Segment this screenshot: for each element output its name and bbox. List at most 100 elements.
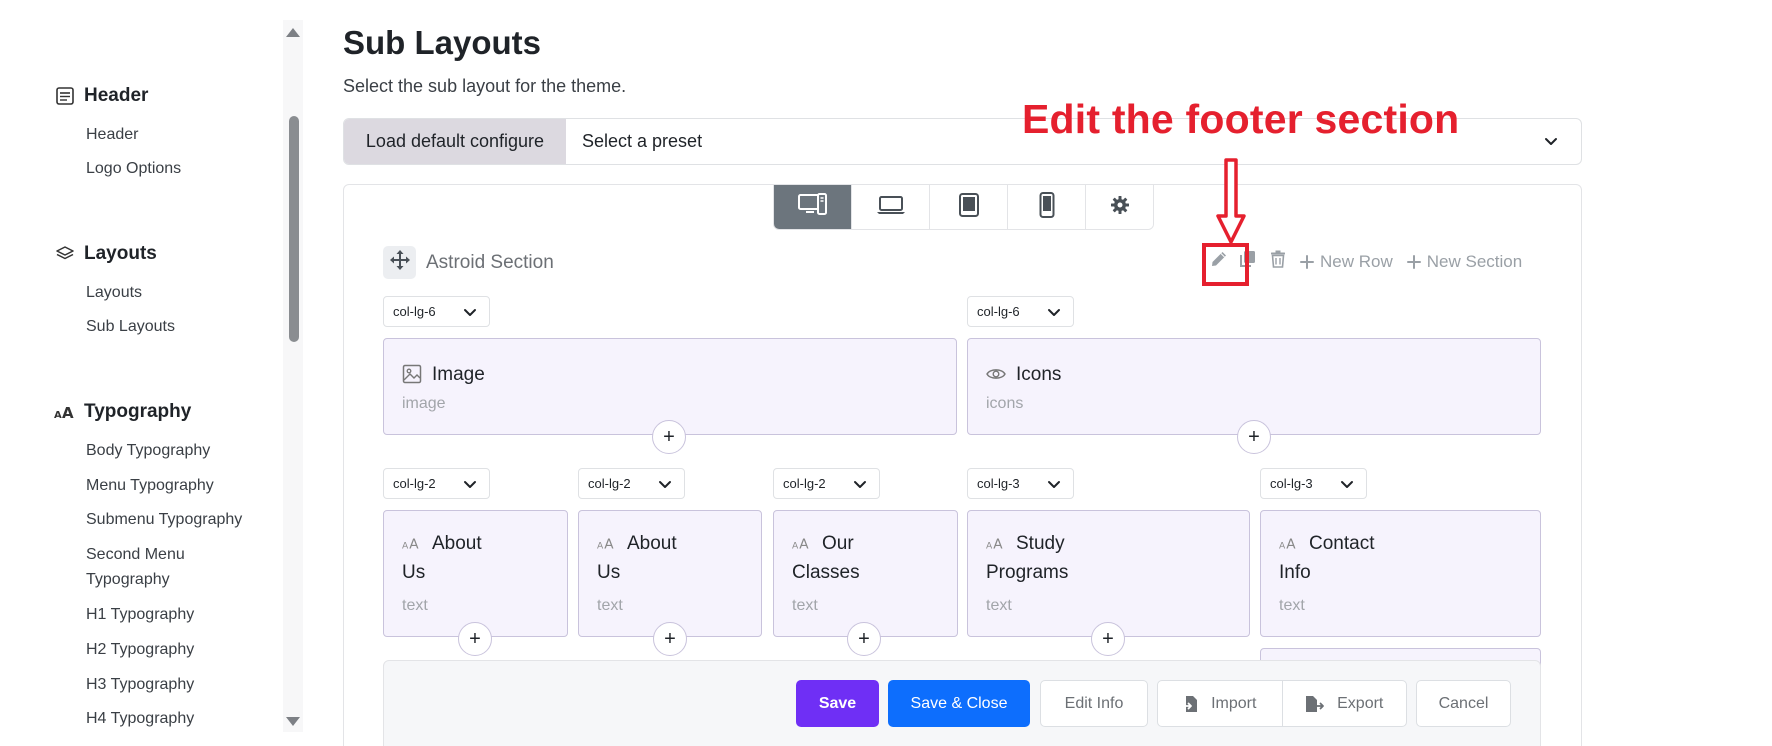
desktop-icon [797, 192, 828, 222]
annotation-arrow-icon [1215, 158, 1247, 249]
sidebar-item-menu-typography[interactable]: Menu Typography [86, 473, 214, 498]
element-title-label: Icons [1016, 364, 1062, 385]
sidebar-group-label: Layouts [84, 243, 157, 264]
chevron-down-icon [1543, 133, 1559, 154]
add-element-button[interactable]: + [653, 622, 687, 656]
plus-icon [1406, 254, 1421, 269]
element-type: text [597, 597, 623, 614]
svg-text:A: A [597, 541, 604, 551]
column-size-value: col-lg-6 [393, 304, 436, 319]
page-subtitle: Select the sub layout for the theme. [343, 76, 627, 96]
column-size-value: col-lg-3 [977, 476, 1020, 491]
cancel-button[interactable]: Cancel [1416, 680, 1511, 727]
element-title: AA Study [986, 529, 1065, 558]
sidebar-item-logo-options[interactable]: Logo Options [86, 156, 181, 181]
section-tools: New Row New Section [1210, 250, 1536, 273]
column-size-select[interactable]: col-lg-3 [1260, 468, 1367, 499]
sidebar-item-body-typography[interactable]: Body Typography [86, 438, 210, 463]
scroll-up-arrow-icon[interactable] [286, 28, 300, 37]
new-row-button[interactable]: New Row [1300, 252, 1393, 272]
svg-text:A: A [62, 404, 74, 422]
element-title-label: Image [432, 364, 485, 385]
sidebar-item-h2-typography[interactable]: H2 Typography [86, 637, 194, 662]
element-title: AA About [597, 529, 677, 558]
element-block-contact-info[interactable]: AA Contact Info text [1260, 510, 1541, 637]
edit-info-button[interactable]: Edit Info [1040, 680, 1148, 727]
chevron-down-icon [463, 305, 477, 322]
device-laptop-button[interactable] [852, 185, 930, 229]
mobile-icon [1039, 191, 1055, 223]
move-icon [389, 250, 410, 275]
column-size-select[interactable]: col-lg-6 [967, 296, 1074, 327]
column-size-select[interactable]: col-lg-2 [773, 468, 880, 499]
text-icon: AA [1279, 533, 1299, 553]
column-size-value: col-lg-2 [393, 476, 436, 491]
svg-text:A: A [792, 541, 799, 551]
sidebar-item-h1-typography[interactable]: H1 Typography [86, 602, 194, 627]
column-size-select[interactable]: col-lg-3 [967, 468, 1074, 499]
column-size-value: col-lg-3 [1270, 476, 1313, 491]
column-size-select[interactable]: col-lg-6 [383, 296, 490, 327]
sidebar-item-h3-typography[interactable]: H3 Typography [86, 672, 194, 697]
save-button[interactable]: Save [796, 680, 879, 727]
sidebar-group-header: Header [54, 82, 148, 110]
sidebar-scroll-thumb[interactable] [289, 116, 299, 342]
new-section-button[interactable]: New Section [1406, 252, 1522, 272]
save-and-close-button[interactable]: Save & Close [888, 680, 1030, 727]
image-icon [402, 364, 422, 384]
element-block-study-programs[interactable]: AA Study Programs text [967, 510, 1250, 637]
device-settings-button[interactable] [1086, 185, 1153, 229]
export-button[interactable]: Export [1283, 681, 1407, 726]
add-element-button[interactable]: + [458, 622, 492, 656]
element-title-label: About [627, 533, 677, 554]
sidebar-item-submenu-typography[interactable]: Submenu Typography [86, 507, 242, 532]
delete-section-button[interactable] [1270, 250, 1286, 273]
tablet-icon [958, 192, 980, 222]
sidebar-item-label: Second Menu [86, 546, 185, 563]
column-size-select[interactable]: col-lg-2 [383, 468, 490, 499]
sidebar-group-layouts: Layouts [54, 240, 157, 268]
text-icon: AA [986, 533, 1006, 553]
sidebar-item-h4-typography[interactable]: H4 Typography [86, 706, 194, 731]
element-title-line2: Us [402, 562, 426, 583]
chevron-down-icon [1047, 305, 1061, 322]
element-type: image [402, 395, 446, 412]
trash-icon [1270, 250, 1286, 273]
annotation-text: Edit the footer section [1022, 96, 1460, 142]
element-title-label: Contact [1309, 533, 1375, 554]
sidebar-item-layouts[interactable]: Layouts [86, 280, 142, 305]
element-block-about-us[interactable]: AA About Us text [383, 510, 568, 637]
element-title: AA Our [792, 529, 854, 558]
sidebar-item-label: Typography [86, 571, 170, 588]
device-toggle-group [773, 184, 1154, 230]
column-size-select[interactable]: col-lg-2 [578, 468, 685, 499]
sidebar-group-title[interactable]: Header [54, 82, 148, 110]
sidebar-item-header[interactable]: Header [86, 122, 138, 147]
add-element-button[interactable]: + [847, 622, 881, 656]
add-element-button[interactable]: + [1237, 420, 1271, 454]
element-title-line2: Programs [986, 562, 1069, 583]
device-desktop-button[interactable] [774, 185, 852, 229]
import-button[interactable]: Import [1158, 681, 1283, 726]
element-title: AA Contact [1279, 529, 1374, 558]
add-element-button[interactable]: + [1091, 622, 1125, 656]
add-element-button[interactable]: + [652, 420, 686, 454]
sidebar-item-sub-layouts[interactable]: Sub Layouts [86, 314, 175, 339]
import-export-group: Import Export [1157, 680, 1407, 727]
load-default-configure-button[interactable]: Load default configure [344, 119, 566, 164]
move-section-handle[interactable] [383, 246, 416, 279]
sidebar-group-title[interactable]: Layouts [54, 240, 157, 268]
element-block-about-us[interactable]: AA About Us text [578, 510, 762, 637]
sidebar-item-second-menu-typography[interactable]: Second Menu Typography [86, 542, 185, 592]
device-tablet-button[interactable] [930, 185, 1008, 229]
element-block-our-classes[interactable]: AA Our Classes text [773, 510, 958, 637]
element-title: AA About [402, 529, 482, 558]
sidebar-group-title[interactable]: AA Typography [54, 398, 191, 426]
text-icon: AA [792, 533, 812, 553]
device-mobile-button[interactable] [1008, 185, 1086, 229]
element-type: text [792, 597, 818, 614]
scroll-down-arrow-icon[interactable] [286, 717, 300, 726]
sidebar: Header Header Logo Options Layouts Layou… [0, 0, 290, 746]
chevron-down-icon [1047, 477, 1061, 494]
sidebar-group-typography: AA Typography [54, 398, 191, 426]
